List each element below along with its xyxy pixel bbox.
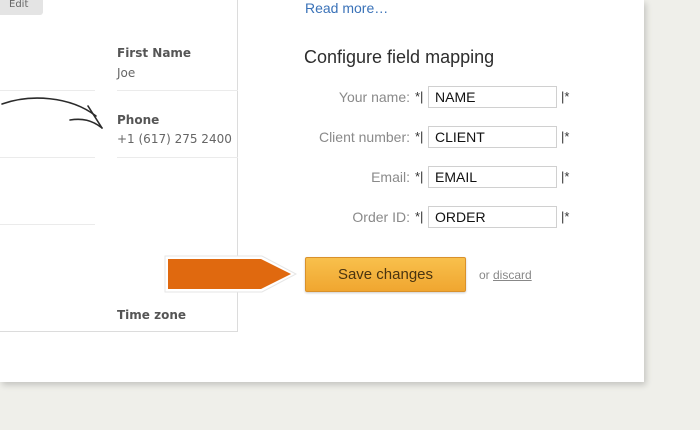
merge-prefix: *| xyxy=(415,209,424,224)
order-id-field[interactable] xyxy=(428,206,557,228)
merge-prefix: *| xyxy=(415,89,424,104)
merge-prefix: *| xyxy=(415,129,424,144)
merge-suffix: |* xyxy=(561,169,570,184)
mapping-label: Order ID: xyxy=(352,209,410,225)
or-text: or xyxy=(479,268,490,282)
mapping-label: Client number: xyxy=(318,129,410,145)
first-name-label: First Name xyxy=(117,46,192,60)
read-more-link[interactable]: Read more… xyxy=(305,0,388,16)
client-number-field[interactable] xyxy=(428,126,557,148)
mapping-row-your-name: Your name: *| |* xyxy=(0,86,644,108)
divider xyxy=(117,157,238,158)
email-field[interactable] xyxy=(428,166,557,188)
mapping-label: Your name: xyxy=(338,89,410,105)
merge-suffix: |* xyxy=(561,209,570,224)
edit-button[interactable]: Edit xyxy=(0,0,43,15)
first-name-value: Joe xyxy=(117,66,136,80)
main-panel: Edit First Name Joe Phone +1 (617) 275 2… xyxy=(0,0,644,382)
callout-arrow-icon xyxy=(164,255,298,293)
time-zone-label: Time zone xyxy=(117,308,187,322)
divider xyxy=(0,157,95,158)
save-changes-button[interactable]: Save changes xyxy=(305,257,466,292)
your-name-field[interactable] xyxy=(428,86,557,108)
mapping-row-order-id: Order ID: *| |* xyxy=(0,206,644,228)
mapping-label: Email: xyxy=(371,169,410,185)
merge-prefix: *| xyxy=(415,169,424,184)
phone-label: Phone xyxy=(117,113,160,127)
config-title: Configure field mapping xyxy=(304,47,495,67)
merge-suffix: |* xyxy=(561,89,570,104)
discard-link[interactable]: discard xyxy=(493,268,532,282)
mapping-row-email: Email: *| |* xyxy=(0,166,644,188)
mapping-row-client-number: Client number: *| |* xyxy=(0,126,644,148)
merge-suffix: |* xyxy=(561,129,570,144)
